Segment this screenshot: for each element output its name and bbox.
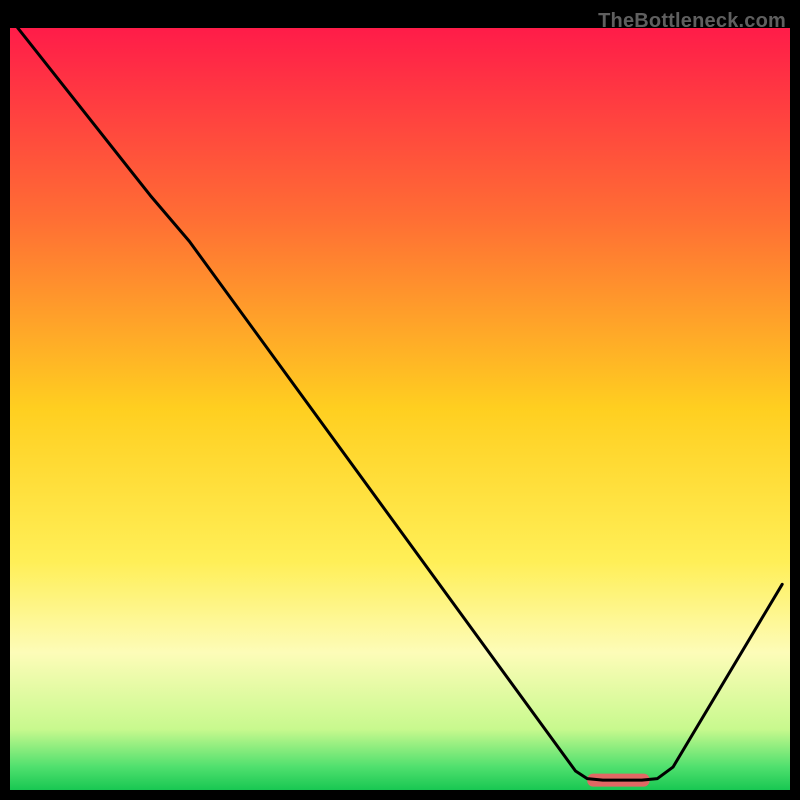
gradient-background	[10, 28, 790, 790]
bottleneck-chart	[10, 28, 790, 790]
plot-area	[10, 28, 790, 790]
chart-frame: TheBottleneck.com	[10, 10, 790, 790]
